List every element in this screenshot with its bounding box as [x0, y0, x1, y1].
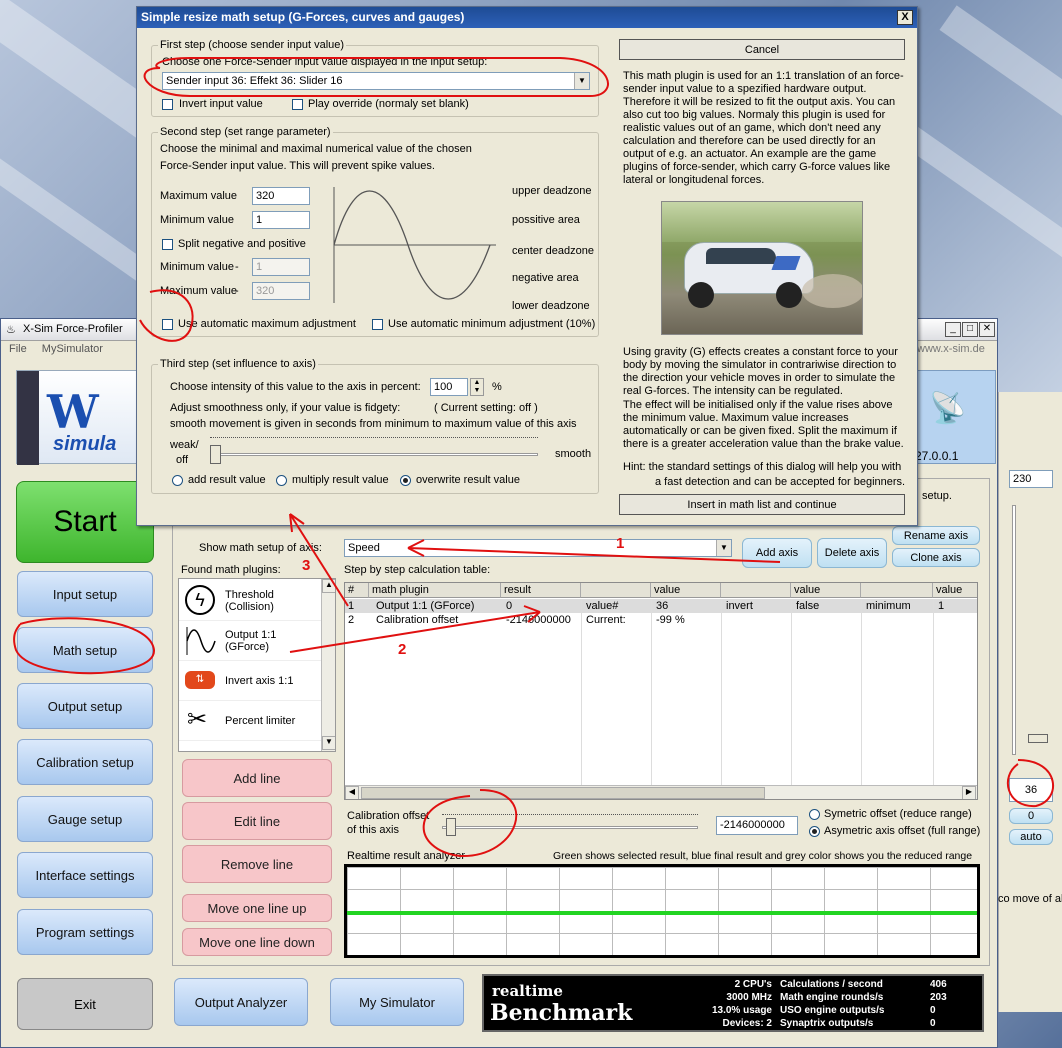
annotation-arrow-2 — [289, 611, 541, 653]
annotation-arrow-3 — [289, 513, 349, 607]
annotation-label-3: 3 — [302, 557, 310, 574]
annotation-label-2: 2 — [398, 641, 406, 658]
red-annotations-overlay: 1 2 3 — [13, 57, 1054, 858]
annotation-circle-math-setup — [13, 617, 156, 675]
annotation-circle-sender — [143, 57, 609, 97]
annotation-circle-value — [1006, 759, 1054, 808]
annotation-label-1: 1 — [616, 535, 624, 552]
annotation-arrow-1 — [407, 547, 781, 563]
annotation-circle-calibration — [422, 789, 518, 858]
annotation-circle-auto-max — [139, 289, 194, 342]
